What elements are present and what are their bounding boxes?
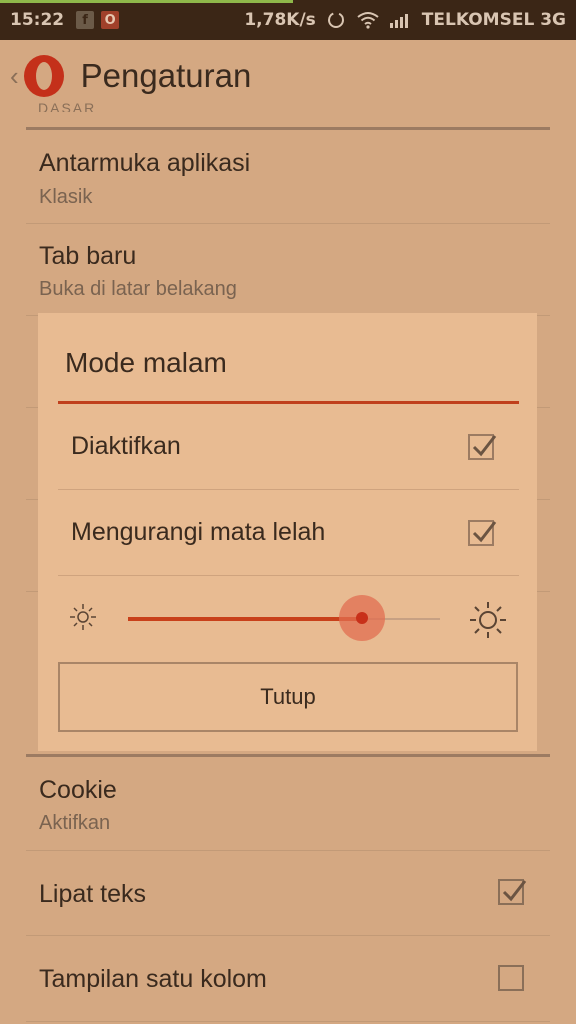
dialog-title: Mode malam: [65, 347, 227, 378]
status-time: 15:22: [10, 10, 65, 30]
section-divider: [26, 127, 550, 130]
checkmark-icon: [472, 435, 497, 457]
brightness-slider-fill: [128, 617, 362, 621]
setting-title: Lipat teks: [39, 880, 147, 908]
sync-icon: [327, 12, 344, 28]
wifi-icon: [357, 12, 379, 29]
mata-lelah-checkbox[interactable]: [468, 520, 497, 546]
brightness-low-icon: [70, 604, 96, 630]
page-title: Pengaturan: [80, 57, 252, 94]
setting-row-tab-baru[interactable]: Tab baru Buka di latar belakang: [26, 224, 550, 316]
setting-title: Antarmuka aplikasi: [39, 149, 251, 177]
option-diaktifkan[interactable]: Diaktifkan: [58, 404, 519, 490]
setting-subtitle: Buka di latar belakang: [39, 278, 237, 300]
checkmark-icon: [472, 521, 497, 543]
setting-subtitle: Klasik: [39, 186, 93, 208]
brightness-slider-thumb[interactable]: [339, 595, 385, 641]
checkmark-icon: [502, 880, 527, 902]
setting-row-antarmuka[interactable]: Antarmuka aplikasi Klasik: [26, 131, 550, 224]
screen: 15:22 f O 1,78K/s TELKOMSEL 3G ‹ Pengatu…: [0, 0, 576, 1024]
network-speed: 1,78K/s: [244, 10, 316, 30]
option-label: Mengurangi mata lelah: [71, 518, 326, 546]
close-button[interactable]: Tutup: [58, 662, 518, 732]
opera-icon: O: [101, 11, 120, 29]
setting-row-satu-kolom[interactable]: Tampilan satu kolom: [26, 936, 550, 1022]
satu-kolom-checkbox[interactable]: [498, 965, 524, 991]
signal-icon: [389, 14, 408, 28]
setting-title: Tab baru: [39, 242, 137, 270]
option-label: Diaktifkan: [71, 432, 181, 460]
opera-logo-icon[interactable]: [21, 53, 67, 99]
brightness-slider[interactable]: [128, 595, 440, 641]
setting-title: Cookie: [39, 776, 117, 804]
option-mengurangi-mata-lelah[interactable]: Mengurangi mata lelah: [58, 490, 519, 576]
setting-title: Tampilan satu kolom: [39, 965, 267, 993]
setting-row-lipat-teks[interactable]: Lipat teks: [26, 851, 550, 936]
lipat-teks-checkbox[interactable]: [498, 879, 527, 905]
status-bar: 15:22 f O 1,78K/s TELKOMSEL 3G: [0, 0, 576, 40]
page-load-progress: [0, 0, 293, 3]
setting-subtitle: Aktifkan: [39, 812, 111, 834]
brightness-high-icon: [470, 602, 506, 638]
status-right-group: 1,78K/s TELKOMSEL 3G: [244, 10, 566, 30]
setting-row-cookie[interactable]: Cookie Aktifkan: [26, 758, 550, 851]
section-header-cut: DASAR: [38, 100, 97, 112]
facebook-icon: f: [76, 11, 95, 29]
back-chevron-icon[interactable]: ‹: [10, 61, 19, 92]
carrier-name: TELKOMSEL 3G: [421, 10, 566, 30]
slider-thumb-dot: [356, 612, 368, 624]
night-mode-dialog: Mode malam Diaktifkan Mengurangi mata le…: [38, 313, 537, 751]
diaktifkan-checkbox[interactable]: [468, 434, 497, 460]
section-divider: [26, 754, 550, 757]
